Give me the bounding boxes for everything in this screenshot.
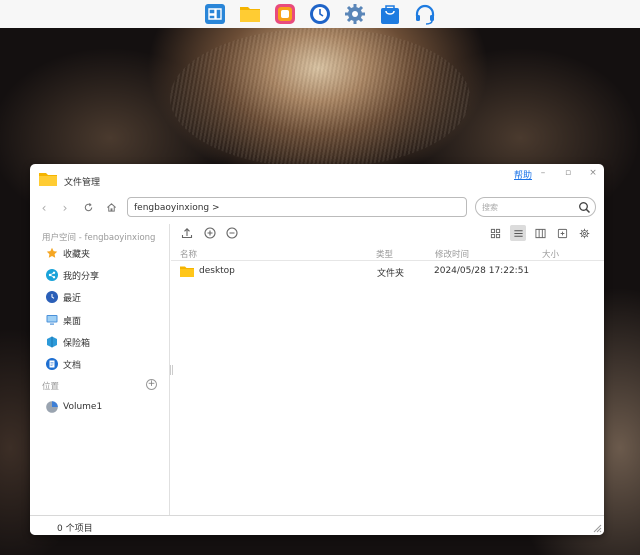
desktop-icon — [46, 315, 58, 325]
location-header: 位置 — [42, 382, 60, 392]
title-bar[interactable]: 文件管理 帮助 – ▫ × — [30, 164, 604, 192]
clock-icon[interactable] — [308, 2, 332, 26]
sidebar-item-safe-box[interactable]: 保险箱 — [46, 334, 90, 350]
file-name: desktop — [199, 266, 235, 276]
safe-box-icon — [47, 336, 57, 348]
navigation-toolbar: ‹ › fengbaoyinxiong > — [30, 196, 604, 220]
document-icon — [46, 358, 58, 370]
sidebar-item-label: Volume1 — [63, 402, 103, 412]
item-count: 0 个项目 — [57, 524, 93, 534]
remove-minus-circle-icon[interactable] — [226, 227, 238, 239]
recent-icon — [46, 291, 58, 303]
help-link[interactable]: 帮助 — [514, 168, 532, 181]
app-store-bag-icon[interactable] — [378, 2, 402, 26]
search-input[interactable] — [482, 201, 574, 214]
star-icon — [46, 247, 58, 258]
photos-icon[interactable] — [273, 2, 297, 26]
status-bar: 0 个项目 — [30, 515, 604, 535]
sidebar-item-volume1[interactable]: Volume1 — [46, 399, 102, 415]
maximize-button[interactable]: ▫ — [561, 167, 575, 179]
search-icon[interactable] — [578, 201, 591, 214]
sidebar-item-label: 我的分享 — [63, 271, 100, 282]
column-header-type[interactable]: 类型 — [376, 248, 393, 260]
column-header-row: 名称 类型 修改时间 大小 — [171, 245, 604, 261]
sidebar-item-documents[interactable]: 文档 — [46, 356, 81, 372]
folder-icon — [180, 266, 194, 277]
settings-icon[interactable] — [576, 225, 592, 241]
sidebar-item-recent[interactable]: 最近 — [46, 289, 81, 305]
desktop-app-icon[interactable] — [203, 2, 227, 26]
sidebar-item-label: 保险箱 — [63, 338, 91, 349]
file-type: 文件夹 — [377, 269, 405, 279]
settings-gear-icon[interactable] — [343, 2, 367, 26]
wallpaper-fur-texture — [170, 28, 470, 168]
resize-grip-icon[interactable] — [592, 523, 602, 533]
folder-app-icon — [39, 173, 57, 186]
path-bar[interactable]: fengbaoyinxiong > — [127, 197, 558, 217]
new-add-circle-icon[interactable] — [204, 227, 216, 239]
sidebar-item-label: 收藏夹 — [63, 249, 91, 260]
minimize-button[interactable]: – — [536, 167, 550, 179]
grid-view-icon[interactable] — [487, 225, 503, 241]
search-field[interactable] — [475, 197, 596, 217]
top-dock — [0, 0, 640, 28]
breadcrumb-folder[interactable]: fengbaoyinxiong — [134, 203, 209, 213]
column-header-name[interactable]: 名称 — [180, 248, 197, 260]
volume-pie-icon — [46, 401, 58, 413]
upload-icon[interactable] — [181, 227, 193, 239]
user-space-header: 用户空间 - fengbaoyinxiong — [42, 233, 156, 243]
file-modified: 2024/05/28 17:22:51 — [434, 266, 530, 276]
refresh-icon[interactable] — [80, 200, 96, 216]
home-icon[interactable] — [103, 200, 119, 216]
column-header-modified[interactable]: 修改时间 — [435, 248, 469, 260]
back-arrow-icon[interactable]: ‹ — [36, 200, 52, 216]
sidebar-item-favorites[interactable]: 收藏夹 — [46, 245, 90, 261]
sidebar-item-label: 最近 — [63, 293, 82, 304]
file-manager-window: 文件管理 帮助 – ▫ × ‹ › fengbaoyinxiong > 用户空间… — [30, 164, 604, 535]
sidebar-item-desktop[interactable]: 桌面 — [46, 312, 81, 328]
file-manager-icon[interactable] — [238, 2, 262, 26]
share-icon — [46, 269, 58, 281]
sidebar-item-my-shares[interactable]: 我的分享 — [46, 267, 99, 283]
sidebar: 用户空间 - fengbaoyinxiong 收藏夹 我的分享 最近 桌面 保险… — [30, 224, 170, 515]
sidebar-item-label: 文档 — [63, 360, 82, 371]
list-view-icon[interactable] — [510, 225, 526, 241]
table-row[interactable]: desktop 文件夹 2024/05/28 17:22:51 — [171, 264, 604, 280]
file-list-pane: 名称 类型 修改时间 大小 desktop 文件夹 2024/05/28 17:… — [171, 224, 604, 515]
column-header-size[interactable]: 大小 — [542, 248, 559, 260]
add-location-plus-icon[interactable]: + — [146, 379, 157, 390]
breadcrumb: fengbaoyinxiong > — [134, 203, 220, 213]
close-button[interactable]: × — [586, 167, 600, 179]
support-headset-icon[interactable] — [413, 2, 437, 26]
sidebar-item-label: 桌面 — [63, 316, 82, 327]
column-view-icon[interactable] — [532, 225, 548, 241]
preview-plus-icon[interactable] — [554, 225, 570, 241]
breadcrumb-separator: > — [212, 203, 220, 213]
window-title: 文件管理 — [64, 178, 101, 188]
forward-arrow-icon[interactable]: › — [57, 200, 73, 216]
